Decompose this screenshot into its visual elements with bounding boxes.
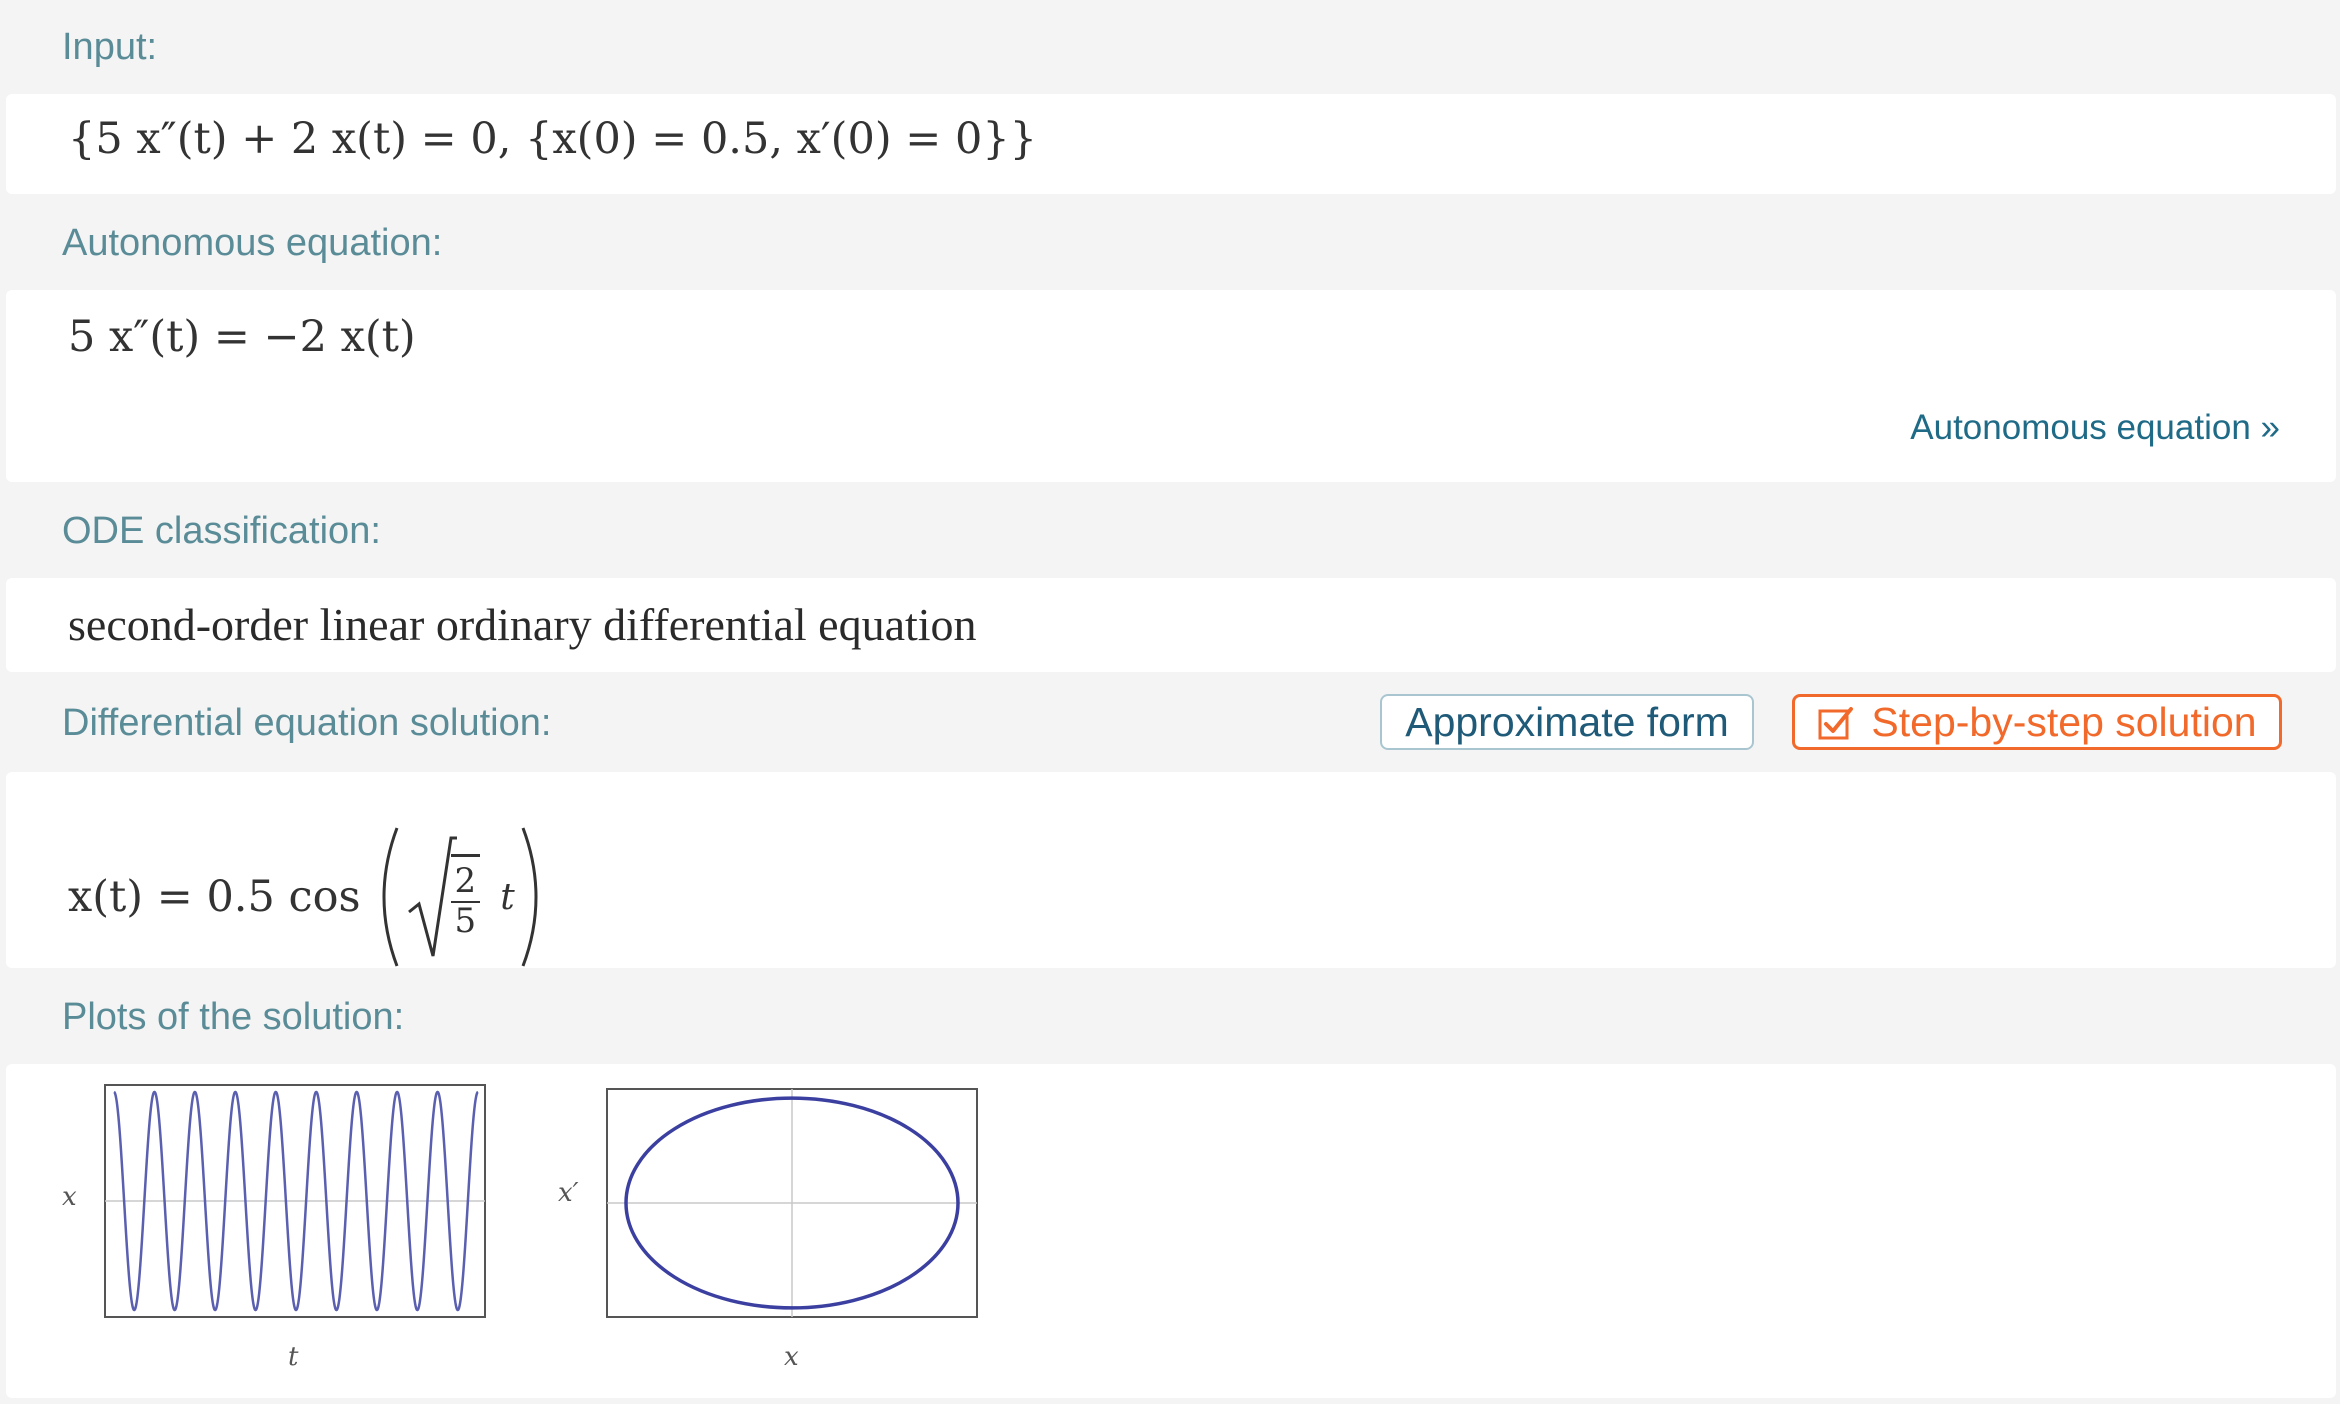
step-by-step-label: Step-by-step solution — [1871, 698, 2257, 745]
checkbox-icon — [1818, 707, 1854, 740]
left-paren-icon — [382, 827, 398, 967]
solution-prefix: x(t) = 0.5 cos — [68, 872, 361, 922]
solution-variable: t — [500, 876, 515, 918]
solution-expression: x(t) = 0.5 cos 2 5 t — [68, 822, 555, 972]
fraction-numerator: 2 — [450, 862, 481, 903]
autonomous-pod-header: Autonomous equation: — [0, 194, 2340, 290]
autonomous-equation-link[interactable]: Autonomous equation » — [1910, 408, 2280, 448]
input-expression: {5 x″(t) + 2 x(t) = 0, {x(0) = 0.5, x′(0… — [68, 114, 1038, 164]
classification-pod-header: ODE classification: — [0, 482, 2340, 578]
classification-pod-body: second-order linear ordinary differentia… — [6, 578, 2336, 672]
sqrt-fraction: 2 5 — [450, 854, 481, 941]
sqrt-icon — [407, 836, 457, 957]
classification-pod-title: ODE classification: — [62, 510, 381, 552]
classification-text: second-order linear ordinary differentia… — [68, 599, 977, 650]
input-pod-body: {5 x″(t) + 2 x(t) = 0, {x(0) = 0.5, x′(0… — [6, 94, 2336, 194]
solution-pod-body: x(t) = 0.5 cos 2 5 t — [6, 772, 2336, 968]
input-pod-header: Input: — [0, 0, 2340, 94]
fraction-denominator: 5 — [454, 900, 477, 941]
plot1-xlabel: t — [288, 1342, 299, 1372]
approximate-form-button[interactable]: Approximate form — [1380, 694, 1754, 750]
plot2-ylabel: x′ — [558, 1178, 579, 1208]
autonomous-pod-title: Autonomous equation: — [62, 222, 443, 264]
approximate-form-label: Approximate form — [1405, 698, 1729, 745]
plots-pod-body: x t x′ x — [6, 1064, 2336, 1398]
solution-pod-title: Differential equation solution: — [62, 702, 552, 744]
plot2-xlabel: x — [784, 1342, 799, 1372]
autonomous-pod-body: 5 x″(t) = −2 x(t) Autonomous equation » — [6, 290, 2336, 482]
plots-pod-header: Plots of the solution: — [0, 968, 2340, 1064]
input-pod-title: Input: — [62, 26, 158, 68]
plots-pod-title: Plots of the solution: — [62, 996, 405, 1038]
autonomous-expression: 5 x″(t) = −2 x(t) — [68, 312, 416, 362]
step-by-step-button[interactable]: Step-by-step solution — [1792, 694, 2282, 750]
right-paren-icon — [521, 827, 538, 967]
time-series-plot[interactable] — [102, 1082, 488, 1384]
plot1-ylabel: x — [62, 1182, 77, 1212]
